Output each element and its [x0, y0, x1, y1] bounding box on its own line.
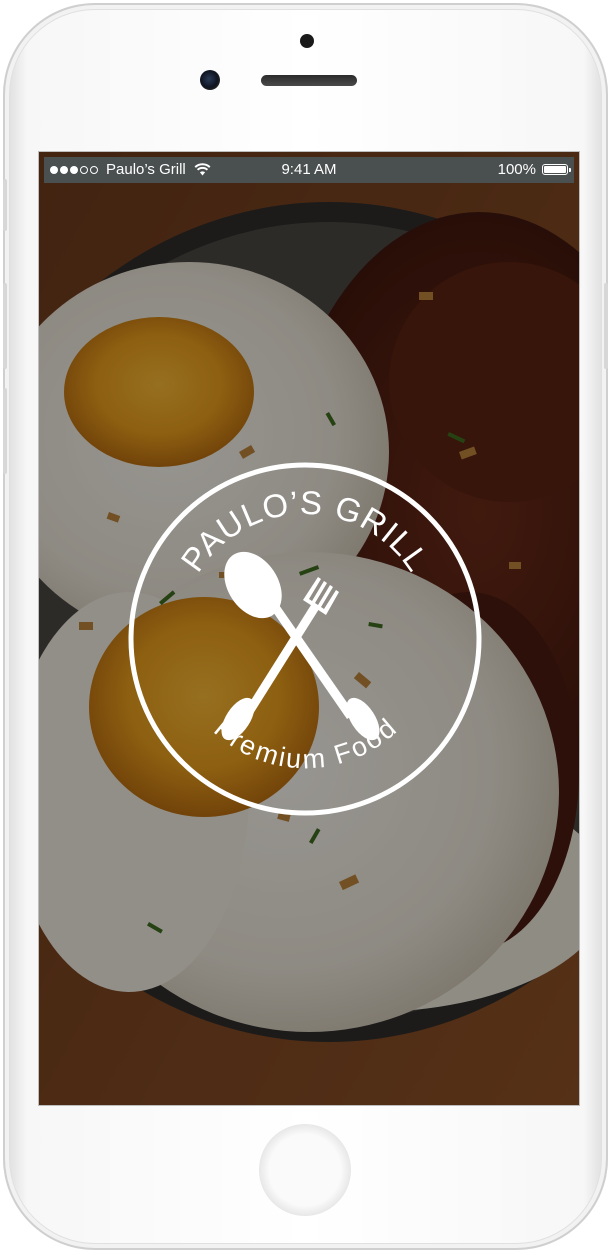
status-bar: Paulo’s Grill 9:41 AM 100% [44, 157, 574, 183]
screen: Paulo’s Grill 9:41 AM 100% PAULO’S GRILL… [39, 152, 579, 1105]
home-button[interactable] [259, 1124, 351, 1216]
status-right: 100% [497, 161, 571, 178]
power-button [604, 283, 608, 369]
logo-title: PAULO’S GRILL [173, 484, 435, 578]
logo-title-text: PAULO’S GRILL [173, 484, 436, 578]
earpiece-speaker [261, 75, 357, 86]
front-camera [200, 70, 220, 90]
phone-frame: Paulo’s Grill 9:41 AM 100% PAULO’S GRILL… [3, 3, 608, 1250]
mute-switch [3, 179, 7, 231]
status-time: 9:41 AM [281, 161, 337, 178]
battery-fill [544, 166, 566, 173]
volume-up-button [3, 283, 7, 369]
battery-icon [542, 164, 571, 175]
battery-percentage: 100% [497, 161, 536, 178]
volume-down-button [3, 388, 7, 474]
rear-camera-dot [300, 34, 314, 48]
restaurant-logo: PAULO’S GRILL Premium Food [128, 462, 482, 816]
